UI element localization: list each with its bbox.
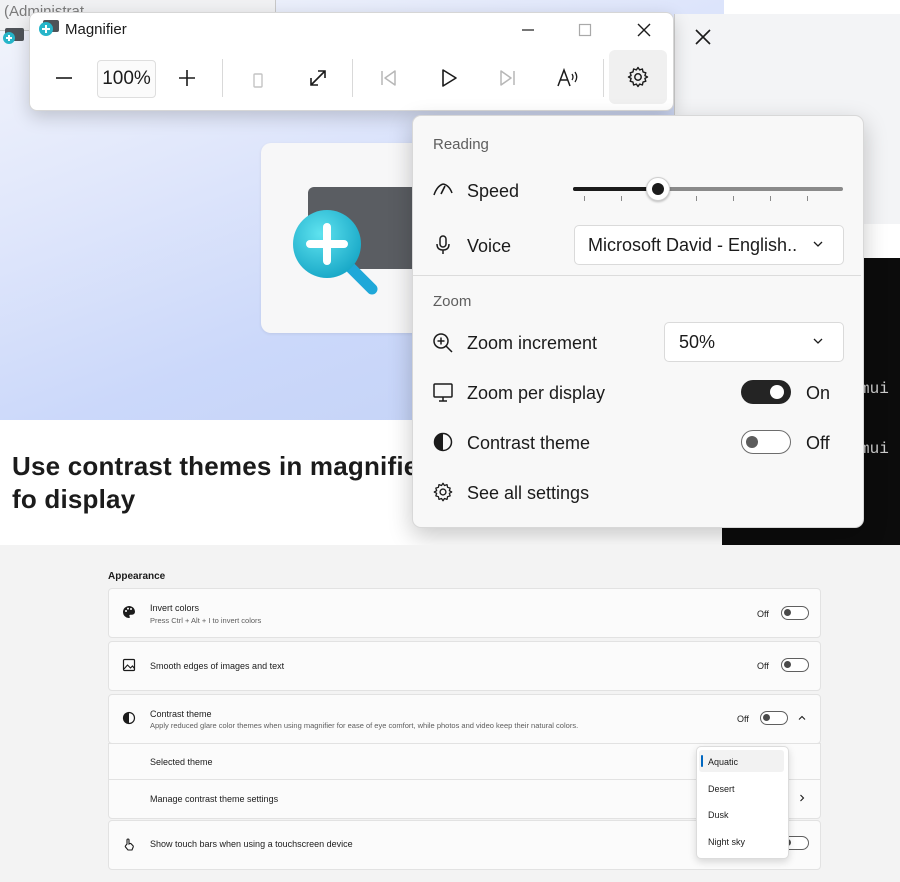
close-icon[interactable] [632, 18, 656, 42]
toolbar-divider [222, 59, 223, 97]
appearance-section-title: Appearance [108, 571, 166, 582]
speed-label: Speed [467, 181, 520, 201]
manage-contrast-label: Manage contrast theme settings [150, 794, 279, 804]
touch-bars-label: Show touch bars when using a touchscreen… [150, 839, 353, 849]
play-icon [442, 69, 457, 87]
invert-colors-title: Invert colors [150, 603, 200, 613]
toolbar-divider [603, 59, 604, 97]
slider-tick [696, 196, 697, 201]
magnifier-title: Magnifier [65, 21, 127, 38]
zoom-in-button[interactable] [167, 58, 207, 98]
invert-colors-subtitle: Press Ctrl + Alt + I to invert colors [150, 616, 262, 625]
zoom-level-display: 100% [97, 60, 156, 98]
magnifier-app-icon [39, 20, 59, 36]
zoom-per-display-state: On [806, 383, 831, 403]
contrast-theme-card [108, 694, 821, 744]
slider-tick [807, 196, 808, 201]
next-button[interactable] [488, 58, 528, 98]
invert-colors-card [108, 588, 821, 638]
settings-icon [627, 66, 649, 88]
zoom-increment-icon [433, 333, 453, 353]
play-button[interactable] [428, 58, 468, 98]
magnifier-logo-icon [293, 210, 378, 295]
zoom-per-display-label: Zoom per display [467, 383, 606, 403]
monitor-icon [433, 383, 453, 402]
slider-tick [733, 196, 734, 201]
speed-slider-thumb-dot [652, 183, 664, 195]
toolbar-divider [352, 59, 353, 97]
next-icon [500, 70, 515, 86]
toggle-knob [763, 714, 770, 721]
settings-icon [433, 482, 453, 502]
close-icon[interactable] [692, 26, 714, 48]
theme-selection-indicator [701, 755, 703, 767]
terminal-line: mui [860, 380, 889, 398]
contrast-theme-title: Contrast theme [150, 709, 212, 719]
article-title: Use contrast themes in magnifier fo disp… [12, 451, 429, 514]
lens-view-button[interactable] [238, 60, 278, 100]
toggle-knob [784, 661, 791, 668]
zoom-in-icon [179, 70, 195, 86]
maximize-icon[interactable] [573, 18, 597, 42]
smooth-edges-title: Smooth edges of images and text [150, 661, 285, 671]
terminal-line: mui [860, 440, 889, 458]
contrast-theme-state: Off [806, 433, 830, 453]
zoom-out-button[interactable] [44, 58, 84, 98]
toggle-knob [770, 385, 784, 399]
slider-tick [584, 196, 585, 201]
slider-tick [621, 196, 622, 201]
speed-icon [433, 183, 453, 196]
selected-theme-label: Selected theme [150, 757, 213, 767]
fullscreen-icon [310, 70, 326, 86]
microphone-icon [436, 235, 450, 254]
see-all-settings-link[interactable]: See all settings [467, 483, 589, 504]
reading-section-header: Reading [433, 136, 489, 153]
chevron-down-icon [813, 241, 823, 247]
contrast-theme-subtitle: Apply reduced glare color themes when us… [150, 721, 579, 730]
read-from-here-button[interactable] [548, 58, 588, 98]
read-aloud-icon [557, 67, 578, 87]
invert-colors-state: Off [757, 609, 769, 619]
fullscreen-button[interactable] [298, 58, 338, 98]
minimize-icon[interactable] [516, 18, 540, 42]
theme-option-night-sky[interactable]: Night sky [708, 837, 745, 847]
contrast-theme-label: Contrast theme [467, 433, 591, 453]
previous-icon [381, 70, 396, 86]
theme-option-desert[interactable]: Desert [708, 784, 735, 794]
chevron-up-icon[interactable] [797, 713, 807, 723]
top-composite: Use contrast themes in magnifier fo disp… [0, 0, 900, 545]
contrast-theme-state: Off [737, 714, 749, 724]
theme-option-dusk[interactable]: Dusk [708, 810, 729, 820]
settings-button[interactable] [609, 50, 667, 104]
flyout-divider [413, 275, 861, 276]
contrast-icon [433, 432, 453, 452]
smooth-edges-state: Off [757, 661, 769, 671]
slider-tick [770, 196, 771, 201]
touch-icon [124, 838, 134, 851]
image-icon [122, 658, 136, 672]
previous-button[interactable] [368, 58, 408, 98]
voice-label: Voice [467, 236, 512, 256]
zoom-increment-label: Zoom increment [467, 333, 598, 353]
chevron-down-icon [813, 338, 823, 344]
toggle-knob [784, 609, 791, 616]
zoom-increment-value: 50% [679, 332, 716, 352]
contrast-icon [122, 711, 136, 725]
palette-icon [123, 606, 135, 618]
toggle-knob [746, 436, 758, 448]
chevron-right-icon [800, 794, 805, 802]
zoom-section-header: Zoom [433, 293, 472, 310]
app-icon [3, 28, 24, 44]
theme-option-aquatic[interactable]: Aquatic [708, 757, 738, 767]
lens-icon [253, 73, 263, 88]
voice-dropdown-value: Microsoft David - English... [588, 235, 798, 255]
zoom-out-icon [56, 77, 72, 79]
